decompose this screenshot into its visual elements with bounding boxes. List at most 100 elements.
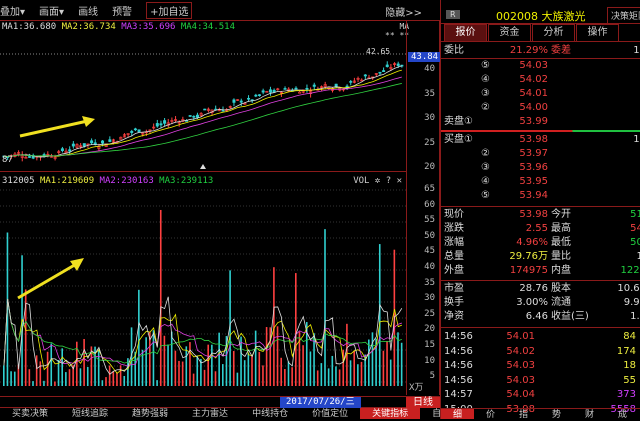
volume-bar	[215, 371, 217, 386]
volume-bar	[386, 341, 388, 386]
volume-unit: X万	[409, 380, 435, 393]
panel-tab[interactable]: 报价	[444, 24, 487, 41]
panel-tab[interactable]: 资金	[488, 24, 531, 41]
vol-indicator-name[interactable]: VOL	[353, 176, 369, 186]
panel-bottom-tab[interactable]: 细	[441, 409, 474, 419]
overlay-menu[interactable]: 叠加▾	[0, 3, 25, 18]
pane-divider[interactable]	[0, 171, 406, 172]
quote-value: 4.96%	[516, 236, 548, 250]
order-price: 53.94	[519, 189, 548, 203]
candle	[61, 149, 63, 151]
volume-bar	[259, 352, 261, 386]
gear-icon[interactable]: ✲	[375, 176, 380, 186]
panel-bottom-tabs: 细价指势财成	[441, 408, 640, 419]
stock-code: 002008	[496, 10, 538, 23]
indicator-tab[interactable]: 关键指标	[360, 408, 420, 419]
order-volume: 19	[633, 133, 640, 147]
candle	[163, 121, 165, 124]
candle	[258, 95, 260, 96]
volume-bar	[167, 345, 169, 386]
trade-time: 14:56	[444, 374, 473, 388]
hide-button[interactable]: 隐藏>>	[385, 4, 422, 19]
alert-button[interactable]: 预警	[112, 3, 132, 18]
quote-row: 外盘174975内盘1226	[441, 264, 640, 278]
volume-chart[interactable]	[0, 186, 406, 396]
volume-bar	[98, 349, 100, 386]
order-price: 53.98	[519, 133, 548, 147]
trade-time: 14:56	[444, 359, 473, 373]
volume-bar	[186, 346, 188, 386]
screen-menu[interactable]: 画面▾	[39, 3, 64, 18]
ma-line	[4, 77, 402, 156]
quote-label: 总量	[444, 250, 464, 264]
panel-bottom-tab[interactable]: 财	[573, 409, 606, 419]
volume-value: 312005	[2, 176, 35, 186]
indicator-tab[interactable]: 趋势强弱	[120, 408, 180, 419]
volume-bar	[317, 370, 319, 386]
candle	[255, 95, 257, 96]
close-icon[interactable]: ✕	[397, 176, 402, 186]
panel-tabs: 报价资金分析操作	[441, 24, 640, 42]
volume-bar	[353, 351, 355, 386]
fund-label: 股本	[551, 282, 571, 296]
quote-label: 最低	[551, 236, 571, 250]
volume-bar	[109, 366, 111, 386]
fund-value: 6.46	[526, 310, 548, 324]
indicator-tab[interactable]: 中线持仓	[240, 408, 300, 419]
volume-bar	[193, 374, 195, 386]
indicator-tab[interactable]: 自定义	[420, 408, 440, 419]
draw-line-button[interactable]: 画线	[78, 3, 98, 18]
candle	[72, 144, 74, 146]
trade-row: 14:5654.02174	[441, 345, 640, 360]
trade-row: 14:5754.04373	[441, 388, 640, 403]
volume-bar	[171, 332, 173, 386]
panel-tab[interactable]: 分析	[532, 24, 575, 41]
panel-bottom-tab[interactable]: 指	[507, 409, 540, 419]
trade-time: 14:56	[444, 345, 473, 359]
trade-row: 14:5654.0184	[441, 330, 640, 345]
quote-label: 最高	[551, 222, 571, 236]
indicator-tab[interactable]: 买卖决策	[0, 408, 60, 419]
volume-bar	[123, 376, 125, 386]
candle	[379, 72, 381, 73]
quote-label: 涨跌	[444, 222, 464, 236]
help-icon[interactable]: ?	[386, 176, 391, 186]
candle	[350, 81, 352, 82]
panel-bottom-tab[interactable]: 势	[540, 409, 573, 419]
order-price: 54.00	[519, 101, 548, 115]
trade-price: 54.01	[506, 330, 535, 344]
panel-bottom-tab[interactable]: 成	[606, 409, 639, 419]
trade-volume: 18	[623, 359, 636, 373]
indicator-tab[interactable]: 短线追踪	[60, 408, 120, 419]
current-price-tag: 43.84	[408, 52, 441, 62]
volume-bar	[357, 364, 359, 386]
candlestick-chart[interactable]	[0, 21, 406, 171]
add-watchlist-button[interactable]: +加自选	[146, 2, 192, 19]
fund-value: 10.67	[617, 282, 640, 296]
candle	[134, 129, 136, 130]
indicator-tab[interactable]: 价值定位	[300, 408, 360, 419]
volume-tick: 65	[424, 184, 435, 194]
panel-tab[interactable]: 操作	[576, 24, 619, 41]
volume-bar	[335, 366, 337, 386]
order-level: 买盘①	[444, 133, 473, 147]
quote-row: 涨幅4.96%最低50.	[441, 236, 640, 250]
volume-bar	[116, 372, 118, 386]
candle	[131, 131, 133, 132]
candle	[204, 109, 206, 110]
volume-bar	[189, 342, 191, 386]
decision-button[interactable]: 决策矩阵	[607, 7, 640, 24]
volume-bar	[105, 377, 107, 386]
quote-value: 54.	[630, 222, 640, 236]
volume-tick: 45	[424, 246, 435, 256]
trade-time: 14:57	[444, 388, 473, 402]
volume-bar	[14, 372, 16, 386]
quote-value: 2.55	[526, 222, 548, 236]
volume-bar	[390, 360, 392, 386]
indicator-tab[interactable]: 主力雷达	[180, 408, 240, 419]
candle	[335, 84, 337, 87]
panel-bottom-tab[interactable]: 价	[474, 409, 507, 419]
period-button[interactable]: 日线	[406, 397, 440, 408]
volume-legend: 312005 MA1:219609 MA2:230163 MA3:239113 …	[2, 176, 406, 186]
volume-tick: 10	[424, 356, 435, 366]
